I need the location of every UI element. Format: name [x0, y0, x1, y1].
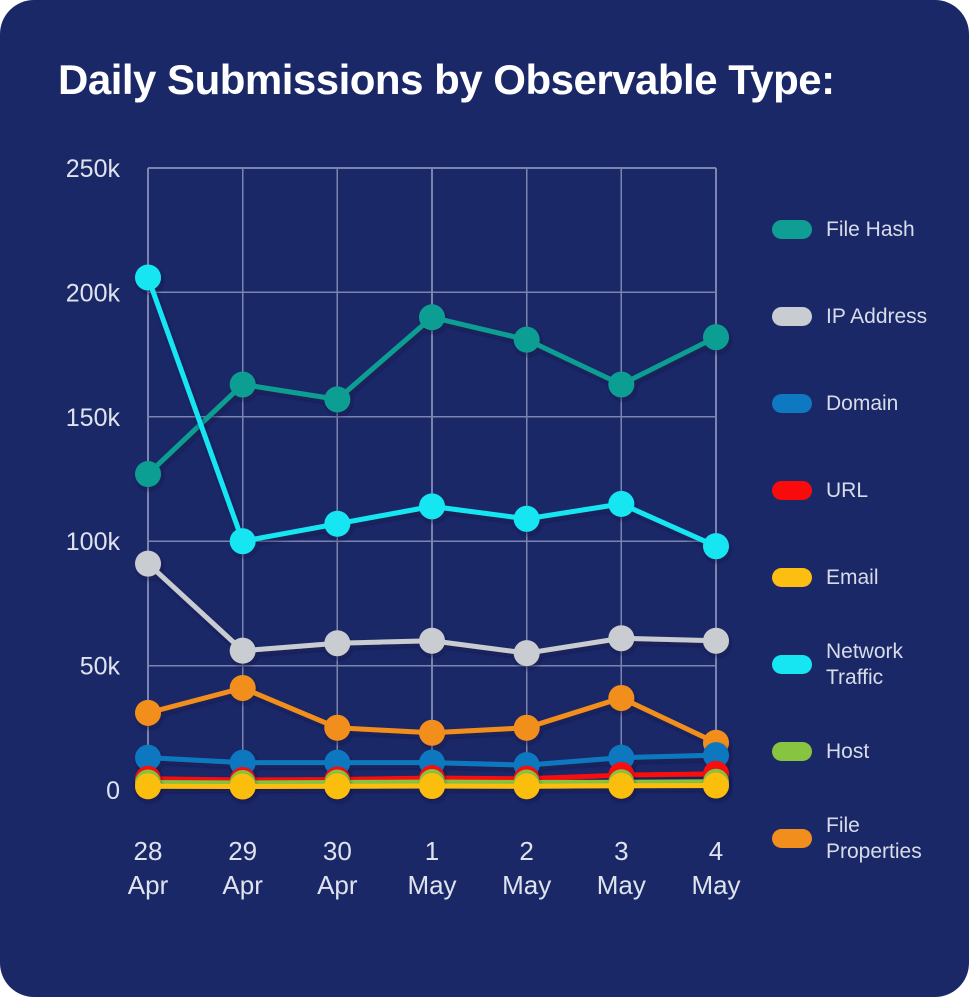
legend-label: Network Traffic	[826, 639, 904, 689]
data-point-marker	[324, 630, 351, 657]
legend-item[interactable]: Host	[772, 708, 962, 795]
legend-item[interactable]: File Hash	[772, 186, 962, 273]
y-tick-label: 150k	[66, 404, 121, 432]
data-point-marker	[608, 772, 635, 799]
data-point-marker	[419, 719, 445, 746]
x-tick-label-month: May	[502, 870, 551, 900]
legend-label: IP Address	[826, 304, 928, 328]
x-tick-label-day: 28	[134, 836, 163, 866]
y-tick-label: 200k	[66, 279, 121, 307]
x-tick-label-day: 29	[228, 836, 257, 866]
data-point-marker	[324, 386, 351, 413]
data-point-marker	[419, 627, 445, 654]
data-point-marker	[608, 625, 635, 652]
legend-item[interactable]: URL	[772, 447, 962, 534]
x-axis-tick-labels: 28 Apr 29 Apr 30 Apr 1 May 2 May 3 May 4 May	[128, 836, 741, 900]
legend-swatch-icon	[772, 568, 812, 587]
data-point-marker	[513, 714, 540, 741]
data-point-marker	[513, 505, 540, 532]
data-point-marker	[513, 640, 540, 667]
chart-legend: File Hash IP Address Domain URL Email Network…	[772, 186, 962, 882]
x-tick-label-month: May	[597, 870, 646, 900]
data-point-marker	[324, 773, 351, 800]
data-point-marker	[229, 674, 256, 701]
legend-swatch-icon	[772, 829, 812, 848]
data-point-marker	[135, 773, 161, 800]
legend-label: Host	[826, 739, 870, 763]
x-tick-label-month: Apr	[128, 870, 169, 900]
legend-label: URL	[826, 478, 869, 502]
legend-swatch-icon	[772, 394, 812, 413]
legend-swatch-icon	[772, 307, 812, 326]
data-point-marker	[135, 550, 161, 577]
data-point-marker	[419, 493, 445, 520]
data-point-marker	[703, 627, 729, 654]
legend-label: Domain	[826, 391, 899, 415]
data-point-marker	[703, 324, 729, 351]
legend-item[interactable]: Network Traffic	[772, 621, 962, 708]
data-point-marker	[229, 637, 256, 664]
legend-item[interactable]: Domain	[772, 360, 962, 447]
data-point-marker	[324, 714, 351, 741]
legend-item[interactable]: IP Address	[772, 273, 962, 360]
x-tick-label-day: 2	[519, 836, 533, 866]
data-point-marker	[229, 371, 256, 398]
legend-item[interactable]: Email	[772, 534, 962, 621]
data-point-marker	[135, 461, 161, 488]
x-tick-label-month: Apr	[317, 870, 358, 900]
chart-card: Daily Submissions by Observable Type: 05…	[0, 0, 969, 997]
y-tick-label: 0	[106, 777, 120, 805]
x-tick-label-day: 4	[709, 836, 723, 866]
x-tick-label-day: 1	[425, 836, 439, 866]
y-tick-label: 250k	[66, 155, 121, 183]
data-point-marker	[324, 510, 351, 537]
data-point-marker	[513, 773, 540, 800]
x-tick-label-day: 3	[614, 836, 628, 866]
legend-label: File Hash	[826, 217, 915, 241]
legend-label: Email	[826, 565, 879, 589]
legend-swatch-icon	[772, 220, 812, 239]
x-tick-label-month: May	[407, 870, 456, 900]
data-point-marker	[135, 699, 161, 726]
legend-label: File Properties	[826, 813, 922, 863]
data-point-marker	[419, 304, 445, 331]
legend-item[interactable]: File Properties	[772, 795, 962, 882]
data-point-marker	[419, 773, 445, 800]
x-tick-label-month: May	[691, 870, 740, 900]
legend-swatch-icon	[772, 655, 812, 674]
y-tick-label: 100k	[66, 528, 121, 556]
data-point-marker	[513, 326, 540, 353]
data-point-marker	[229, 773, 256, 800]
data-point-marker	[608, 371, 635, 398]
data-point-marker	[703, 772, 729, 799]
y-axis-tick-labels: 0 50k 100k 150k 200k 250k	[66, 155, 121, 805]
data-point-marker	[608, 684, 635, 711]
x-tick-label-day: 30	[323, 836, 352, 866]
data-point-marker	[703, 533, 729, 560]
x-tick-label-month: Apr	[222, 870, 263, 900]
data-point-marker	[135, 264, 161, 291]
data-point-marker	[608, 490, 635, 517]
legend-swatch-icon	[772, 742, 812, 761]
data-point-marker	[229, 528, 256, 555]
legend-swatch-icon	[772, 481, 812, 500]
y-tick-label: 50k	[80, 653, 121, 681]
